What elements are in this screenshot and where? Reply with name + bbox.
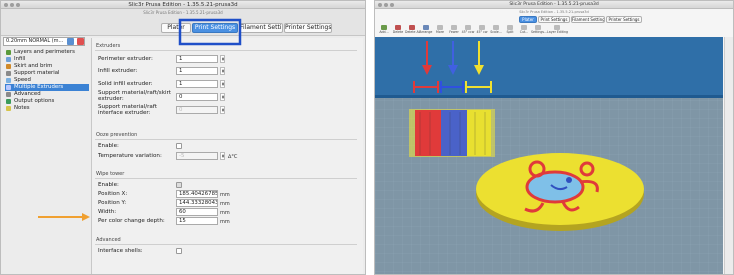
toolbar-delete-all-button[interactable]: Delete All bbox=[405, 25, 420, 34]
wipe-tower-red-band bbox=[415, 110, 441, 156]
toolbar-layer-editing-button[interactable]: Layer Editing bbox=[547, 25, 568, 34]
toolbar-delete-button[interactable]: Delete bbox=[391, 25, 405, 34]
tab-printer-settings[interactable]: Printer Settings bbox=[606, 16, 642, 23]
toolbar-add-button[interactable]: Add... bbox=[377, 25, 391, 34]
toolbar-scale-button[interactable]: Scale... bbox=[489, 25, 503, 34]
wipe-tower-blue-band bbox=[441, 110, 467, 156]
wipe-tower-yellow-band bbox=[467, 110, 491, 156]
viewport-scrollbar[interactable] bbox=[724, 37, 733, 274]
annotation-overlay bbox=[38, 18, 242, 221]
3d-viewport[interactable] bbox=[375, 37, 723, 275]
title-bar: Slic3r Prusa Edition - 1.35.5.21-prusa3d bbox=[375, 1, 733, 9]
toolbar-rotate-cw-button[interactable]: 45° cw bbox=[475, 25, 489, 34]
toolbar-cut-button[interactable]: Cut... bbox=[517, 25, 531, 34]
toolbar-rotate-ccw-button[interactable]: 45° ccw bbox=[461, 25, 475, 34]
toolbar-settings-button[interactable]: Settings... bbox=[531, 25, 547, 34]
plater-window: Slic3r Prusa Edition - 1.35.5.21-prusa3d… bbox=[374, 0, 734, 275]
window-subtitle: Slic3r Prusa Edition - 1.35.5.21-prusa3d bbox=[519, 10, 589, 14]
orange-arrow-head bbox=[82, 213, 90, 221]
tab-plater[interactable]: Plater bbox=[519, 16, 537, 23]
toolbar-split-button[interactable]: Split bbox=[503, 25, 517, 34]
print-settings-highlight-box bbox=[178, 18, 242, 46]
tab-print-settings[interactable]: Print Settings bbox=[538, 16, 570, 23]
tab-filament-settings[interactable]: Filament Settings bbox=[571, 16, 605, 23]
bed-back-edge bbox=[375, 95, 723, 98]
toolbar-arrange-button[interactable]: Arrange bbox=[419, 25, 433, 34]
toolbar-fewer-button[interactable]: Fewer bbox=[447, 25, 461, 34]
toolbar-more-button[interactable]: More bbox=[433, 25, 447, 34]
window-title: Slic3r Prusa Edition - 1.35.5.21-prusa3d bbox=[509, 2, 599, 7]
